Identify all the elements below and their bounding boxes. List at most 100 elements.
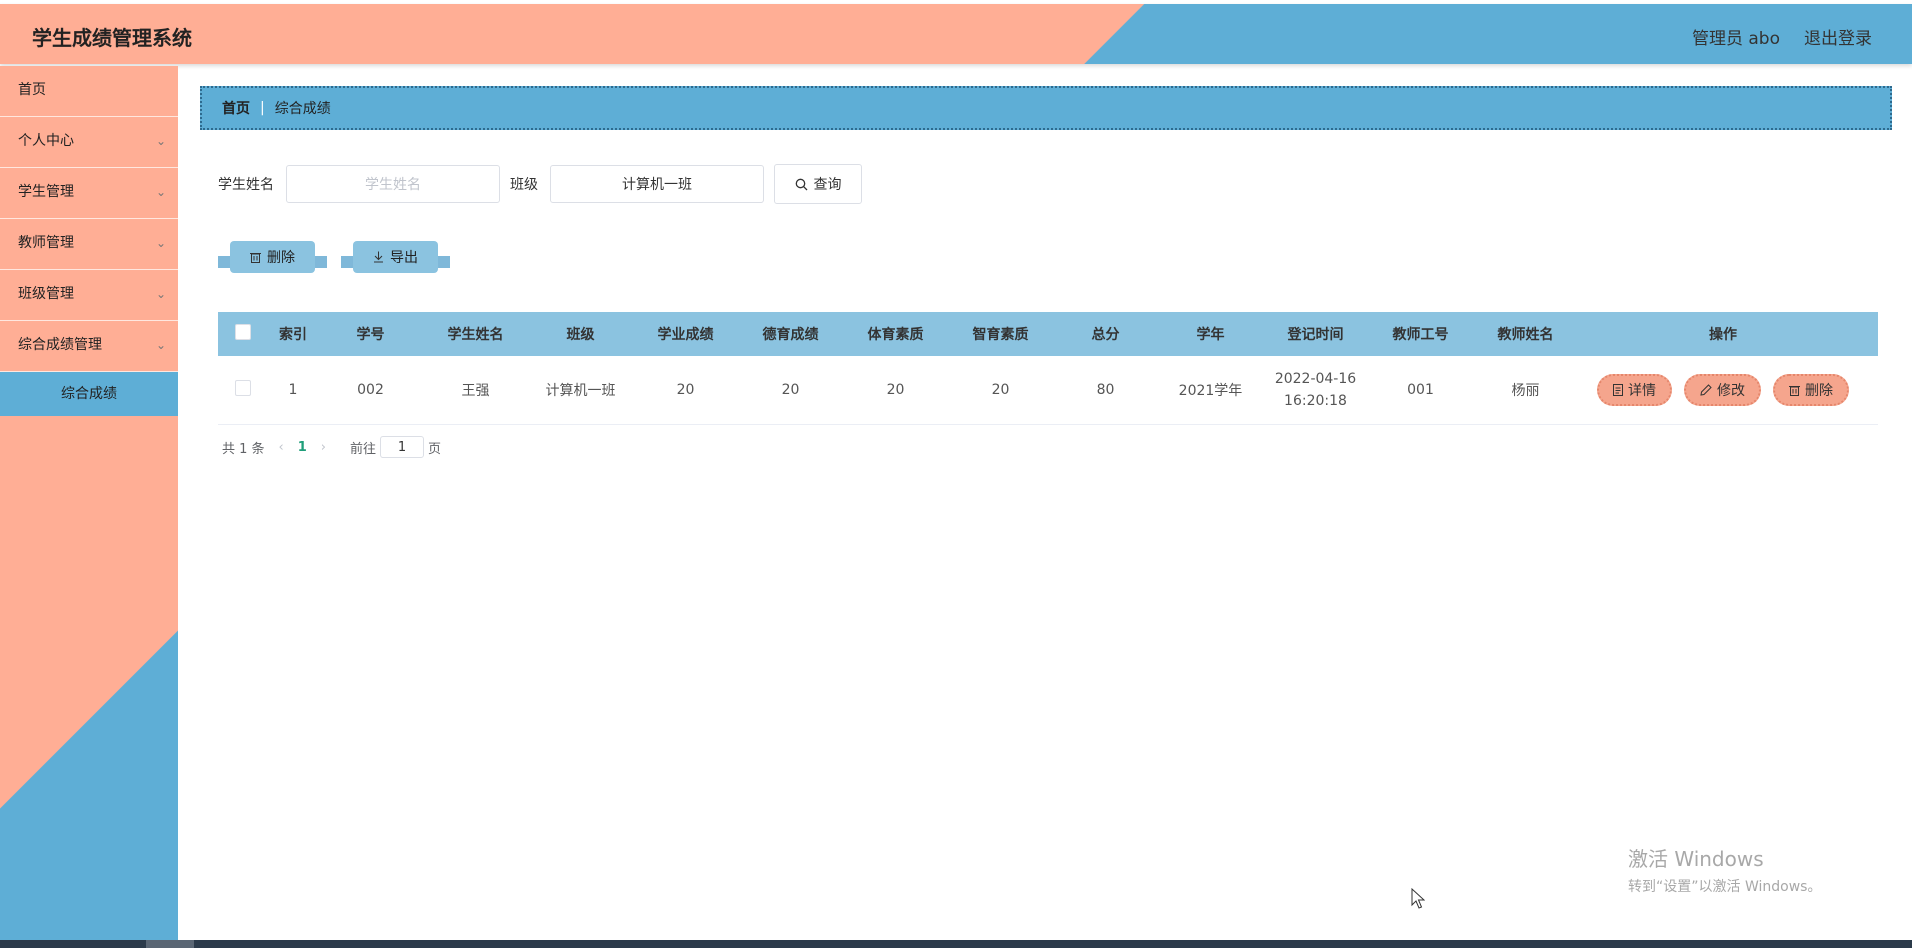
chevron-down-icon: ⌄ [155,134,166,148]
cell-moral: 20 [781,382,800,398]
edit-label: 修改 [1717,383,1745,399]
column-header: 索引 [279,327,307,343]
breadcrumb: 首页 | 综合成绩 [200,86,1892,130]
edit-button[interactable]: 修改 [1684,374,1761,406]
taskbar-active-app[interactable] [146,940,194,948]
trash-icon [250,253,261,263]
cell-operations: 详情 修改 删除 [1578,374,1868,406]
user-menu[interactable]: 管理员 abo [1692,24,1780,49]
sidebar: 首页 个人中心 ⌄ 学生管理 ⌄ 教师管理 ⌄ 班级管理 ⌄ 综合成绩管理 ⌄ … [0,66,178,942]
sidebar-subitem-comprehensive-score[interactable]: 综合成绩 [0,372,178,416]
header-checkbox-cell [218,324,268,344]
cell-teacher-no: 001 [1407,382,1434,398]
sidebar-item-score-management[interactable]: 综合成绩管理 ⌄ [0,321,178,372]
student-name-label: 学生姓名 [218,177,274,193]
cell-intellectual: 20 [991,382,1010,398]
detail-label: 详情 [1628,383,1656,399]
column-header: 体育素质 [867,327,924,343]
sidebar-item-class-management[interactable]: 班级管理 ⌄ [0,270,178,321]
prev-page-button[interactable]: ‹ [279,440,284,455]
column-header: 学年 [1196,327,1225,343]
row-checkbox[interactable] [235,380,251,396]
column-header: 总分 [1091,327,1120,343]
sidebar-item-label: 综合成绩管理 [18,337,102,353]
query-button-label: 查询 [813,177,842,193]
mouse-cursor-icon [1411,888,1425,909]
reg-clock: 16:20:18 [1284,393,1347,409]
sidebar-item-teacher-management[interactable]: 教师管理 ⌄ [0,219,178,270]
class-label: 班级 [510,177,538,193]
download-icon [374,251,383,263]
column-header: 操作 [1709,327,1737,343]
chevron-down-icon: ⌄ [155,185,166,199]
column-header: 学生姓名 [447,327,504,343]
sidebar-item-label: 个人中心 [18,133,74,149]
chevron-down-icon: ⌄ [155,287,166,301]
ribbon-body: 导出 [353,241,438,273]
select-all-checkbox[interactable] [235,324,251,340]
app-title: 学生成绩管理系统 [32,26,192,50]
delete-batch-button[interactable]: 删除 [218,240,327,274]
header-user-area: 管理员 abo 退出登录 [1692,24,1872,49]
search-icon [795,178,807,190]
breadcrumb-home[interactable]: 首页 [222,98,250,118]
student-name-input[interactable]: 学生姓名 [286,165,500,203]
sidebar-item-label: 班级管理 [18,286,74,302]
pagination: 共 1 条 ‹ 1 › 前往 1 页 [222,436,441,458]
sidebar-item-personal-center[interactable]: 个人中心 ⌄ [0,117,178,168]
windows-activation-watermark: 激活 Windows 转到“设置”以激活 Windows。 [1628,843,1821,896]
logout-link[interactable]: 退出登录 [1804,24,1872,49]
cell-academic: 20 [676,382,695,398]
column-header: 德育成绩 [762,327,819,343]
cell-student-name: 王强 [461,383,490,399]
action-toolbar: 删除 导出 [218,240,450,274]
watermark-title: 激活 Windows [1628,847,1764,871]
cell-year: 2021学年 [1178,383,1243,399]
row-checkbox-cell [218,380,268,400]
score-table: 索引 学号 学生姓名 班级 学业成绩 德育成绩 体育素质 智育素质 总分 学年 … [218,312,1878,425]
detail-button[interactable]: 详情 [1597,374,1672,406]
search-bar: 学生姓名 学生姓名 班级 计算机一班 查询 [218,164,862,204]
column-header: 教师工号 [1392,327,1449,343]
class-input[interactable]: 计算机一班 [550,165,764,203]
cell-class: 计算机一班 [545,383,616,399]
breadcrumb-current: 综合成绩 [274,101,331,117]
chevron-down-icon: ⌄ [155,338,166,352]
reg-date: 2022-04-16 [1274,371,1357,387]
document-icon [1613,384,1623,396]
top-header: 学生成绩管理系统 管理员 abo 退出登录 [0,4,1912,64]
column-header: 学业成绩 [657,327,714,343]
breadcrumb-separator: | [260,100,265,116]
sidebar-item-label: 首页 [18,82,46,98]
taskbar [0,940,1912,948]
sidebar-item-label: 学生管理 [18,184,74,200]
ribbon-body: 删除 [230,241,315,273]
table-header: 索引 学号 学生姓名 班级 学业成绩 德育成绩 体育素质 智育素质 总分 学年 … [218,312,1878,356]
sidebar-item-student-management[interactable]: 学生管理 ⌄ [0,168,178,219]
trash-icon [1789,386,1800,396]
export-button[interactable]: 导出 [341,240,450,274]
sidebar-item-label: 教师管理 [18,235,74,251]
pagination-total: 共 1 条 [222,441,265,457]
column-header: 教师姓名 [1497,327,1554,343]
cell-teacher-name: 杨丽 [1511,383,1540,399]
sidebar-item-home[interactable]: 首页 [0,66,178,117]
goto-page-input[interactable]: 1 [380,436,425,458]
column-header: 班级 [566,327,595,343]
table-row: 1 002 王强 计算机一班 20 20 20 20 80 2021学年 202… [218,356,1878,425]
query-button[interactable]: 查询 [774,164,862,204]
watermark-subtitle: 转到“设置”以激活 Windows。 [1628,879,1822,895]
row-delete-label: 删除 [1805,383,1833,399]
delete-batch-label: 删除 [267,250,295,266]
cell-reg-time: 2022-04-16 16:20:18 [1263,368,1368,412]
page-number-current[interactable]: 1 [298,440,307,455]
row-delete-button[interactable]: 删除 [1773,374,1849,406]
export-label: 导出 [390,250,418,266]
edit-icon [1700,384,1712,396]
column-header: 登记时间 [1287,327,1344,343]
cell-index: 1 [288,382,298,398]
next-page-button[interactable]: › [321,440,326,455]
cell-physical: 20 [886,382,905,398]
chevron-down-icon: ⌄ [155,236,166,250]
column-header: 智育素质 [972,327,1029,343]
